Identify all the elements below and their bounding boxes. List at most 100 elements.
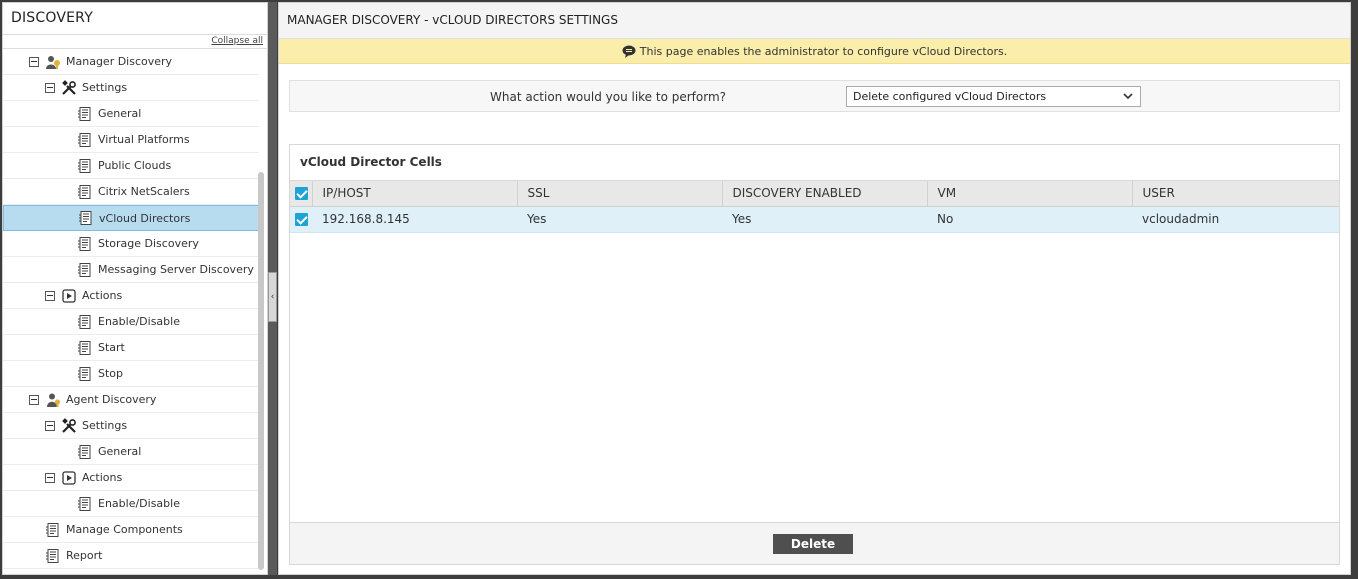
actions-icon [61, 470, 77, 486]
page-icon [77, 314, 93, 330]
collapse-toggle-icon[interactable] [45, 472, 55, 483]
collapse-all-bar: Collapse all [3, 35, 267, 49]
page-icon [45, 522, 61, 538]
page-icon [77, 184, 93, 200]
sidebar-item-label: Report [66, 549, 103, 562]
column-header-vm[interactable]: VM [927, 181, 1133, 207]
panel-splitter: ‹ [268, 2, 277, 575]
speech-bubble-icon [622, 45, 636, 58]
sidebar-item-messaging-server-discovery[interactable]: Messaging Server Discovery [3, 257, 259, 283]
page-icon [78, 210, 94, 226]
sidebar-item-label: Messaging Server Discovery [98, 263, 254, 276]
sidebar-item-virtual-platforms[interactable]: Virtual Platforms [3, 127, 259, 153]
vcloud-cells-panel: vCloud Director Cells IP/HOST SSL DISCOV… [289, 144, 1340, 565]
page-title: MANAGER DISCOVERY - vCLOUD DIRECTORS SET… [279, 3, 1350, 39]
cells-footer: Delete [290, 522, 1339, 564]
collapse-toggle-icon[interactable] [45, 290, 55, 301]
sidebar-item-enable-disable[interactable]: Enable/Disable [3, 309, 259, 335]
sidebar-item-label: Citrix NetScalers [98, 185, 190, 198]
sidebar-item-label: Actions [82, 471, 123, 484]
sidebar-item-general[interactable]: General [3, 439, 259, 465]
sidebar-item-label: vCloud Directors [99, 211, 191, 225]
row-checkbox[interactable] [295, 212, 308, 226]
sidebar-item-label: General [98, 445, 142, 458]
chevron-down-icon [1123, 93, 1133, 100]
sidebar-item-report[interactable]: Report [3, 543, 259, 569]
cells-table: IP/HOST SSL DISCOVERY ENABLED VM USER 19… [290, 181, 1339, 233]
collapse-sidebar-button[interactable]: ‹ [268, 272, 277, 322]
cell-vm: No [927, 206, 1132, 233]
table-header-row: IP/HOST SSL DISCOVERY ENABLED VM USER [290, 181, 1339, 207]
sidebar-item-label: Stop [98, 367, 124, 380]
cell-discovery-enabled: Yes [722, 206, 927, 233]
select-all-checkbox[interactable] [295, 186, 308, 200]
column-header-ip-host[interactable]: IP/HOST [312, 181, 518, 207]
page-icon [77, 444, 93, 460]
sidebar-item-start[interactable]: Start [3, 335, 259, 361]
page-icon [77, 236, 93, 252]
page-icon [45, 548, 61, 564]
sidebar-item-label: Start [98, 341, 125, 354]
table-row[interactable]: 192.168.8.145 Yes Yes No vcloudadmin [290, 206, 1339, 233]
manager-icon [45, 54, 61, 70]
select-all-header [290, 181, 313, 207]
action-question-label: What action would you like to perform? [490, 90, 727, 104]
collapse-toggle-icon[interactable] [29, 394, 39, 405]
tools-icon [61, 79, 77, 96]
tools-icon [61, 417, 77, 434]
main-panel: MANAGER DISCOVERY - vCLOUD DIRECTORS SET… [278, 2, 1351, 575]
column-header-user[interactable]: USER [1132, 181, 1339, 207]
sidebar-item-general[interactable]: General [3, 101, 259, 127]
info-banner: This page enables the administrator to c… [279, 39, 1350, 64]
sidebar-item-storage-discovery[interactable]: Storage Discovery [3, 231, 259, 257]
sidebar-item-stop[interactable]: Stop [3, 361, 259, 387]
cell-ip-host: 192.168.8.145 [312, 206, 517, 233]
cells-panel-title: vCloud Director Cells [290, 145, 1339, 181]
page-icon [77, 262, 93, 278]
action-select[interactable]: Delete configured vCloud Directors [846, 86, 1141, 107]
sidebar-item-label: Virtual Platforms [98, 133, 190, 146]
sidebar-item-manage-components[interactable]: Manage Components [3, 517, 259, 543]
sidebar-item-label: Settings [82, 81, 128, 94]
sidebar-item-actions[interactable]: Actions [3, 465, 259, 491]
action-selector-box: What action would you like to perform? D… [289, 80, 1340, 112]
sidebar-item-label: Agent Discovery [66, 393, 157, 406]
navigation-tree: Manager Discovery Settings General Virtual … [3, 49, 259, 569]
info-text: This page enables the administrator to c… [639, 44, 1008, 58]
column-header-ssl[interactable]: SSL [517, 181, 723, 207]
sidebar-item-public-clouds[interactable]: Public Clouds [3, 153, 259, 179]
sidebar-item-settings[interactable]: Settings [3, 413, 259, 439]
column-header-discovery-enabled[interactable]: DISCOVERY ENABLED [722, 181, 928, 207]
page-icon [77, 158, 93, 174]
sidebar-item-settings[interactable]: Settings [3, 75, 259, 101]
sidebar-item-manager-discovery[interactable]: Manager Discovery [3, 49, 259, 75]
action-select-value: Delete configured vCloud Directors [853, 90, 1047, 103]
sidebar-item-actions[interactable]: Actions [3, 283, 259, 309]
sidebar-item-label: Settings [82, 419, 128, 432]
sidebar-item-label: Enable/Disable [98, 315, 180, 328]
sidebar-title: DISCOVERY [3, 3, 267, 35]
cell-ssl: Yes [517, 206, 722, 233]
cell-user: vcloudadmin [1132, 206, 1339, 233]
page-icon [77, 106, 93, 122]
collapse-toggle-icon[interactable] [45, 420, 55, 431]
collapse-all-link[interactable]: Collapse all [211, 36, 263, 46]
agent-icon [45, 392, 61, 408]
sidebar-item-label: Manage Components [66, 523, 183, 536]
actions-icon [61, 288, 77, 304]
sidebar-item-agent-discovery[interactable]: Agent Discovery [3, 387, 259, 413]
page-icon [77, 496, 93, 512]
sidebar-item-label: General [98, 107, 142, 120]
sidebar-item-label: Storage Discovery [98, 237, 199, 250]
sidebar-item-enable-disable[interactable]: Enable/Disable [3, 491, 259, 517]
sidebar-scrollbar[interactable] [258, 172, 264, 570]
sidebar-item-vcloud-directors[interactable]: vCloud Directors [3, 205, 259, 231]
sidebar-item-citrix-netscalers[interactable]: Citrix NetScalers [3, 179, 259, 205]
collapse-toggle-icon[interactable] [29, 56, 39, 67]
row-checkbox-cell [290, 206, 312, 233]
delete-button[interactable]: Delete [773, 534, 853, 554]
sidebar-item-label: Actions [82, 289, 123, 302]
collapse-toggle-icon[interactable] [45, 82, 55, 93]
sidebar-item-label: Enable/Disable [98, 497, 180, 510]
page-icon [77, 340, 93, 356]
